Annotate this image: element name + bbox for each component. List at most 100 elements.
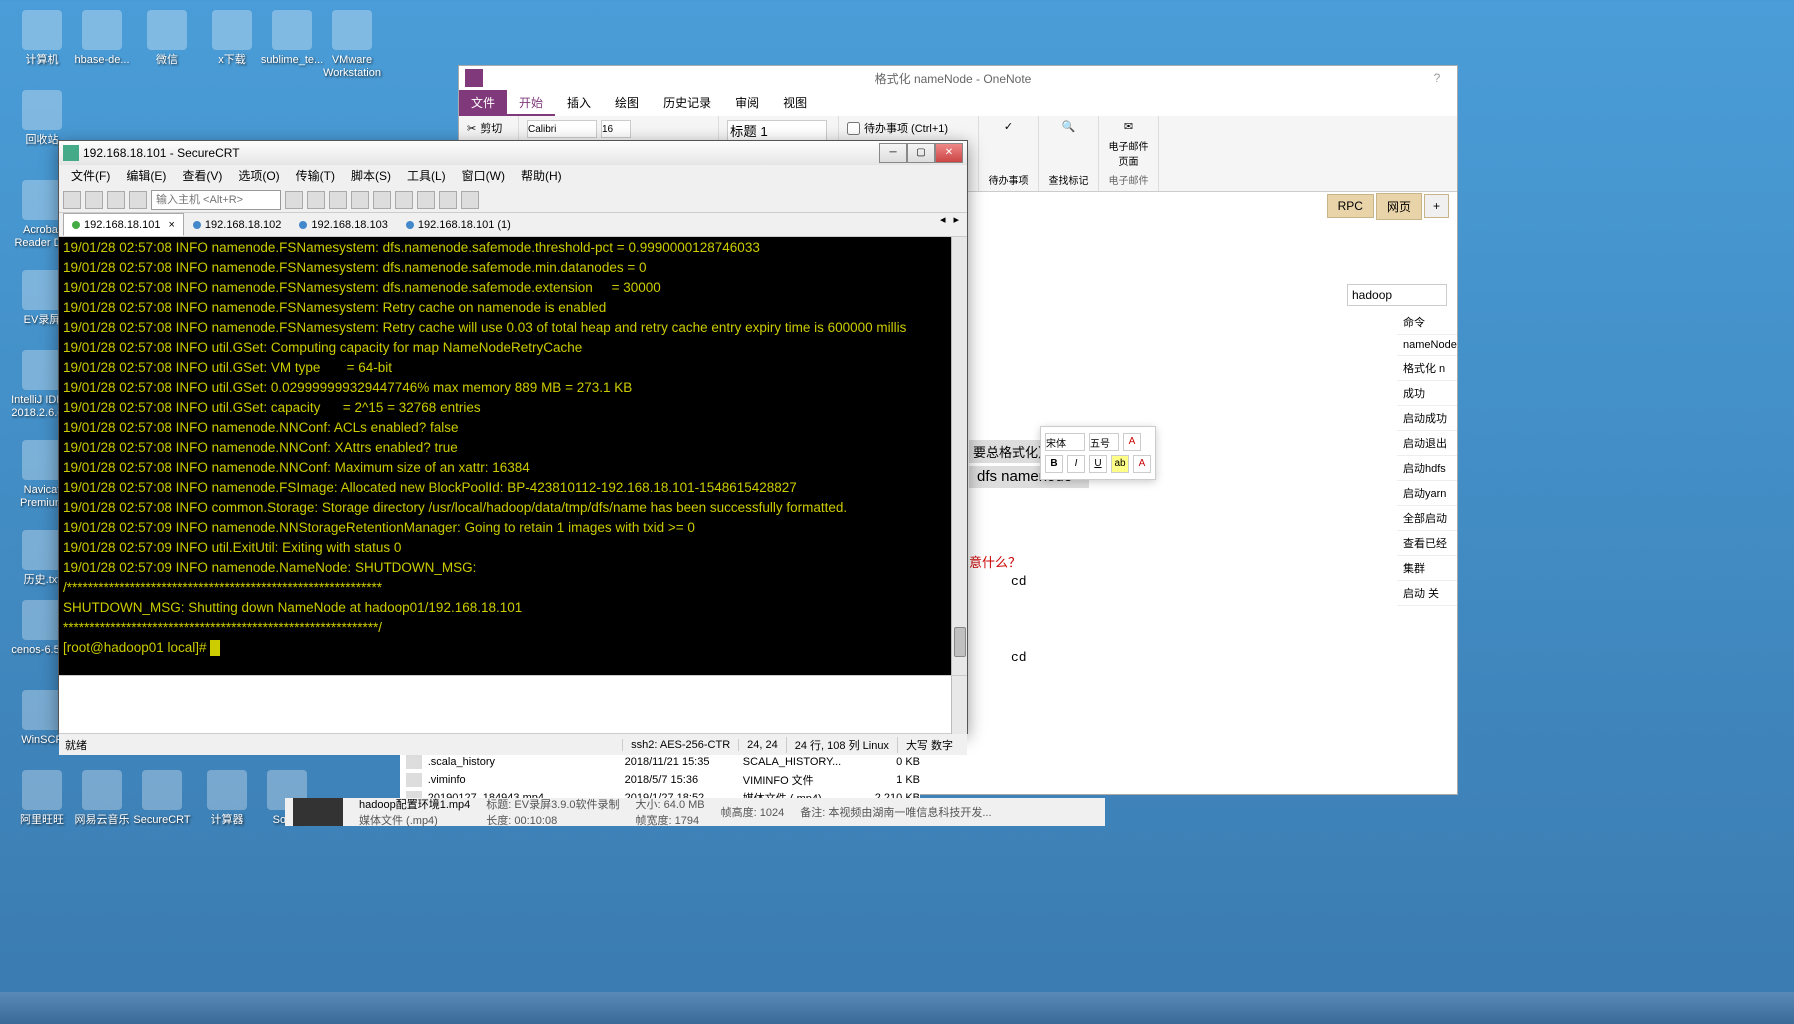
- close-button[interactable]: ✕: [935, 143, 963, 163]
- toolbar-btn-8[interactable]: [351, 191, 369, 209]
- tab-insert[interactable]: 插入: [555, 90, 603, 116]
- menu-item[interactable]: 传输(T): [288, 165, 343, 187]
- menu-item[interactable]: 窗口(W): [454, 165, 513, 187]
- app-icon: [207, 770, 247, 810]
- page-item[interactable]: 格式化 n: [1397, 356, 1457, 381]
- tab-review[interactable]: 审阅: [723, 90, 771, 116]
- heading-style[interactable]: [727, 120, 827, 141]
- page-item[interactable]: 启动 关: [1397, 581, 1457, 606]
- page-item[interactable]: 命令: [1397, 310, 1457, 335]
- menu-item[interactable]: 帮助(H): [513, 165, 570, 187]
- desktop-icon[interactable]: VMware Workstation: [320, 10, 384, 80]
- page-item[interactable]: 成功: [1397, 381, 1457, 406]
- menu-item[interactable]: 工具(L): [399, 165, 454, 187]
- help-icon[interactable]: ?: [1417, 71, 1457, 85]
- section-tab-rpc[interactable]: RPC: [1327, 194, 1374, 218]
- toolbar-btn-1[interactable]: [63, 191, 81, 209]
- menu-item[interactable]: 编辑(E): [118, 165, 174, 187]
- page-item[interactable]: 全部启动: [1397, 506, 1457, 531]
- scroll-thumb[interactable]: [954, 627, 966, 657]
- highlight-btn[interactable]: ab: [1111, 455, 1129, 473]
- toolbar-btn-6[interactable]: [307, 191, 325, 209]
- underline-btn[interactable]: U: [1089, 455, 1107, 473]
- menu-item[interactable]: 文件(F): [63, 165, 118, 187]
- window-title: 192.168.18.101 - SecureCRT: [83, 146, 879, 160]
- session-tab[interactable]: 192.168.18.101 (1): [397, 213, 520, 236]
- desktop-icon[interactable]: SecureCRT: [130, 770, 194, 827]
- minimize-button[interactable]: ─: [879, 143, 907, 163]
- toolbar-btn-2[interactable]: [85, 191, 103, 209]
- securecrt-titlebar[interactable]: 192.168.18.101 - SecureCRT ─ ▢ ✕: [59, 141, 967, 165]
- app-icon: [212, 10, 252, 50]
- cmd-scrollbar[interactable]: [951, 676, 967, 734]
- italic-btn[interactable]: I: [1067, 455, 1085, 473]
- page-item[interactable]: nameNode: [1397, 335, 1457, 356]
- terminal[interactable]: 19/01/28 02:57:08 INFO namenode.FSNamesy…: [59, 237, 967, 675]
- toolbar-btn-4[interactable]: [129, 191, 147, 209]
- toolbar-btn-5[interactable]: [285, 191, 303, 209]
- desktop-icon[interactable]: 计算机: [10, 10, 74, 67]
- desktop-icon[interactable]: 网易云音乐: [70, 770, 134, 827]
- desktop-icon[interactable]: hbase-de...: [70, 10, 134, 67]
- tab-home[interactable]: 开始: [507, 90, 555, 116]
- menu-item[interactable]: 查看(V): [174, 165, 230, 187]
- desktop-icon[interactable]: 微信: [135, 10, 199, 67]
- session-tab[interactable]: 192.168.18.101×: [63, 213, 184, 236]
- onenote-titlebar[interactable]: 格式化 nameNode - OneNote ?: [459, 66, 1457, 90]
- font-size-input[interactable]: [601, 120, 631, 138]
- cmd-panel[interactable]: [59, 675, 967, 733]
- desktop-icon[interactable]: 计算器: [195, 770, 259, 827]
- tab-draw[interactable]: 绘图: [603, 90, 651, 116]
- help-icon[interactable]: [461, 191, 479, 209]
- session-tab[interactable]: 192.168.18.103: [290, 213, 396, 236]
- page-item[interactable]: 启动hdfs: [1397, 456, 1457, 481]
- taskbar[interactable]: [0, 992, 1794, 1024]
- terminal-scrollbar[interactable]: [951, 237, 967, 675]
- tab-file[interactable]: 文件: [459, 90, 507, 116]
- page-item[interactable]: 启动成功: [1397, 406, 1457, 431]
- toolbar-btn-3[interactable]: [107, 191, 125, 209]
- toolbar-btn-9[interactable]: [373, 191, 391, 209]
- find-tags-btn[interactable]: 🔍: [1047, 120, 1090, 133]
- todo-btn[interactable]: ✓: [987, 120, 1030, 133]
- desktop-icon[interactable]: x下载: [200, 10, 264, 67]
- scissors-icon[interactable]: ✂: [467, 122, 476, 135]
- desktop-icon[interactable]: sublime_te...: [260, 10, 324, 67]
- section-tab-add[interactable]: +: [1424, 194, 1449, 218]
- host-input[interactable]: [151, 190, 281, 210]
- desktop-icon[interactable]: 阿里旺旺: [10, 770, 74, 827]
- desktop-icon[interactable]: 回收站: [10, 90, 74, 147]
- font-color-a-icon[interactable]: A: [1123, 433, 1141, 451]
- font-name-input[interactable]: [527, 120, 597, 138]
- file-row[interactable]: .viminfo2018/5/7 15:36VIMINFO 文件1 KB: [400, 771, 920, 789]
- toolbar-btn-7[interactable]: [329, 191, 347, 209]
- tab-arrow-left-icon[interactable]: ◂: [936, 213, 950, 236]
- float-size[interactable]: [1089, 433, 1119, 451]
- page-item[interactable]: 集群: [1397, 556, 1457, 581]
- maximize-button[interactable]: ▢: [907, 143, 935, 163]
- menu-item[interactable]: 选项(O): [230, 165, 287, 187]
- app-icon: [22, 690, 62, 730]
- font-color-btn[interactable]: A: [1133, 455, 1151, 473]
- page-item[interactable]: 启动退出: [1397, 431, 1457, 456]
- toolbar-btn-12[interactable]: [439, 191, 457, 209]
- toolbar-btn-11[interactable]: [417, 191, 435, 209]
- bold-btn[interactable]: B: [1045, 455, 1063, 473]
- todo-checkbox[interactable]: [847, 122, 860, 135]
- float-font[interactable]: [1045, 433, 1085, 451]
- section-tab-web[interactable]: 网页: [1376, 193, 1422, 220]
- email-btn[interactable]: ✉: [1107, 120, 1150, 133]
- toolbar-btn-10[interactable]: [395, 191, 413, 209]
- app-icon: [22, 180, 62, 220]
- page-item[interactable]: 查看已经: [1397, 531, 1457, 556]
- securecrt-window: 192.168.18.101 - SecureCRT ─ ▢ ✕ 文件(F)编辑…: [58, 140, 968, 734]
- app-icon: [332, 10, 372, 50]
- file-row[interactable]: .scala_history2018/11/21 15:35SCALA_HIST…: [400, 753, 920, 771]
- tab-view[interactable]: 视图: [771, 90, 819, 116]
- tab-arrow-right-icon[interactable]: ▸: [949, 213, 963, 236]
- page-item[interactable]: 启动yarn: [1397, 481, 1457, 506]
- tab-close-icon[interactable]: ×: [168, 219, 174, 231]
- tab-history[interactable]: 历史记录: [651, 90, 723, 116]
- menu-item[interactable]: 脚本(S): [343, 165, 399, 187]
- session-tab[interactable]: 192.168.18.102: [184, 213, 290, 236]
